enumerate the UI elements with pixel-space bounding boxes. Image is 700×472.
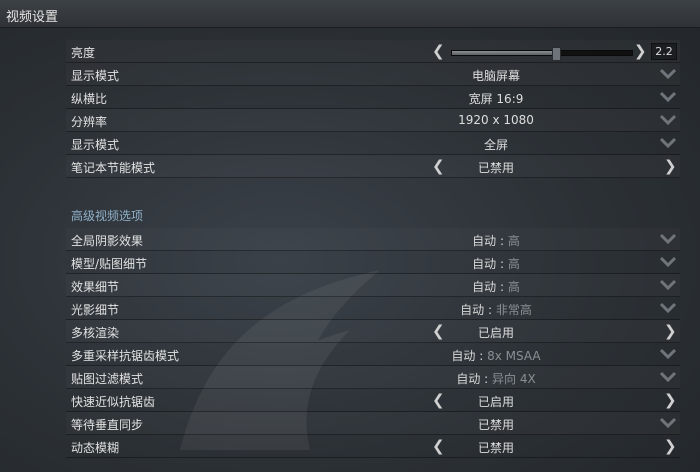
setting-value: 电脑屏幕: [471, 69, 520, 83]
setting-value: 已启用: [477, 326, 514, 340]
setting-row[interactable]: 多核渲染 已启用 ❮ ❯: [66, 320, 680, 343]
setting-label: 显示模式: [71, 69, 120, 83]
chevron-left-icon[interactable]: ❮: [432, 42, 445, 60]
chevron-down-icon[interactable]: [660, 279, 676, 291]
chevron-down-icon[interactable]: [660, 233, 676, 245]
setting-sub-value: 高: [507, 280, 520, 294]
setting-row[interactable]: 光影细节 自动 : 非常高: [66, 297, 680, 320]
advanced-section-header: 高级视频选项: [71, 209, 144, 223]
setting-sub-value: 异向 4X: [492, 372, 536, 386]
auto-prefix: 自动 :: [472, 234, 504, 248]
setting-value: 自动 : 异向 4X: [396, 370, 596, 387]
auto-prefix: 自动 :: [456, 372, 489, 386]
chevron-left-icon[interactable]: ❮: [432, 437, 445, 455]
chevron-down-icon[interactable]: [660, 371, 676, 383]
chevron-down-icon[interactable]: [660, 137, 676, 149]
setting-value: 宽屏 16:9: [468, 92, 524, 106]
auto-prefix: 自动 :: [451, 349, 484, 363]
setting-row[interactable]: 等待垂直同步 已禁用: [66, 412, 680, 435]
setting-label: 快速近似抗锯齿: [71, 395, 156, 409]
setting-label: 模型/贴图细节: [71, 257, 148, 271]
brightness-value: 2.2: [651, 43, 677, 60]
setting-row[interactable]: 贴图过滤模式 自动 : 异向 4X: [66, 366, 680, 389]
setting-value: 自动 : 高: [396, 255, 596, 272]
brightness-slider-fill: [452, 51, 557, 55]
chevron-down-icon[interactable]: [660, 348, 676, 360]
setting-row[interactable]: 动态模糊 已禁用 ❮ ❯: [66, 435, 680, 458]
setting-value: 已禁用: [477, 418, 514, 432]
brightness-label: 亮度: [71, 46, 96, 60]
setting-value: 1920 x 1080: [458, 113, 534, 127]
chevron-left-icon[interactable]: ❮: [432, 322, 445, 340]
setting-row[interactable]: 笔记本节能模式 已禁用 ❮ ❯: [66, 155, 680, 178]
setting-row[interactable]: 显示模式 全屏: [66, 132, 680, 155]
auto-prefix: 自动 :: [472, 257, 504, 271]
window-titlebar: 视频设置: [0, 0, 700, 28]
setting-row[interactable]: 多重采样抗锯齿模式 自动 : 8x MSAA: [66, 343, 680, 366]
setting-sub-value: 8x MSAA: [487, 349, 541, 363]
basic-settings-panel: 亮度 ❮ ❯ 2.2 显示模式 电脑屏幕纵横比 宽屏 16:9 分辨率 1920 x 1…: [66, 40, 680, 178]
setting-value: 已禁用: [477, 161, 514, 175]
chevron-right-icon[interactable]: ❯: [664, 437, 677, 455]
setting-label: 效果细节: [71, 280, 120, 294]
setting-label: 纵横比: [71, 92, 108, 106]
advanced-settings-panel: 全局阴影效果 自动 : 高模型/贴图细节 自动 : 高效果细节 自动 : 高光影细节自…: [66, 228, 680, 458]
chevron-down-icon[interactable]: [660, 417, 676, 429]
setting-value: 全屏: [483, 138, 508, 152]
setting-row[interactable]: 模型/贴图细节 自动 : 高: [66, 251, 680, 274]
setting-label: 多核渲染: [71, 326, 120, 340]
setting-label: 显示模式: [71, 138, 120, 152]
setting-label: 等待垂直同步: [71, 418, 144, 432]
setting-value: 自动 : 高: [396, 232, 596, 249]
setting-value: 已禁用: [477, 441, 514, 455]
auto-prefix: 自动 :: [472, 280, 504, 294]
setting-value: 已启用: [477, 395, 514, 409]
chevron-left-icon[interactable]: ❮: [432, 391, 445, 409]
setting-value: 自动 : 8x MSAA: [396, 347, 596, 364]
setting-label: 动态模糊: [71, 441, 120, 455]
setting-value: 自动 : 高: [396, 278, 596, 295]
setting-label: 笔记本节能模式: [71, 161, 156, 175]
chevron-down-icon[interactable]: [660, 302, 676, 314]
chevron-right-icon[interactable]: ❯: [634, 42, 647, 60]
brightness-slider[interactable]: [451, 47, 633, 61]
chevron-down-icon[interactable]: [660, 68, 676, 80]
brightness-row: 亮度 ❮ ❯ 2.2: [66, 40, 680, 63]
setting-row[interactable]: 快速近似抗锯齿 已启用 ❮ ❯: [66, 389, 680, 412]
setting-sub-value: 高: [507, 234, 520, 248]
brightness-slider-thumb[interactable]: [552, 47, 562, 61]
setting-sub-value: 非常高: [495, 303, 532, 317]
setting-label: 分辨率: [71, 115, 108, 129]
chevron-right-icon[interactable]: ❯: [664, 322, 677, 340]
chevron-left-icon[interactable]: ❮: [432, 157, 445, 175]
chevron-down-icon[interactable]: [660, 91, 676, 103]
setting-row[interactable]: 全局阴影效果 自动 : 高: [66, 228, 680, 251]
setting-value: 自动 : 非常高: [396, 301, 596, 318]
chevron-down-icon[interactable]: [660, 114, 676, 126]
auto-prefix: 自动 :: [460, 303, 492, 317]
chevron-right-icon[interactable]: ❯: [664, 391, 677, 409]
window-title: 视频设置: [6, 10, 59, 25]
chevron-right-icon[interactable]: ❯: [664, 157, 677, 175]
setting-label: 多重采样抗锯齿模式: [71, 349, 180, 363]
setting-row[interactable]: 效果细节 自动 : 高: [66, 274, 680, 297]
setting-label: 全局阴影效果: [71, 234, 144, 248]
setting-sub-value: 高: [507, 257, 520, 271]
setting-row[interactable]: 显示模式 电脑屏幕: [66, 63, 680, 86]
chevron-down-icon[interactable]: [660, 256, 676, 268]
setting-label: 光影细节: [71, 303, 120, 317]
setting-row[interactable]: 分辨率 1920 x 1080: [66, 109, 680, 132]
setting-row[interactable]: 纵横比 宽屏 16:9: [66, 86, 680, 109]
setting-label: 贴图过滤模式: [71, 372, 144, 386]
